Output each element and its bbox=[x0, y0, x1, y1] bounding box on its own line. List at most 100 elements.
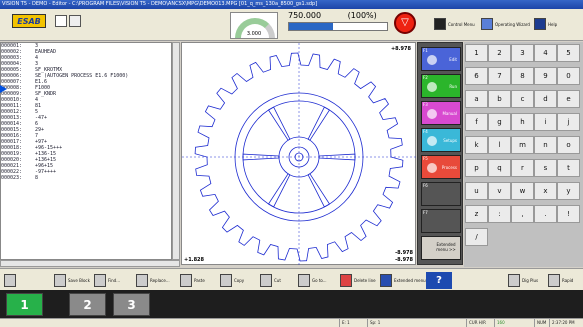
dig-plus-button[interactable]: Dig Plus bbox=[508, 272, 538, 289]
mode-icon bbox=[427, 109, 437, 119]
key-p[interactable]: p bbox=[465, 159, 488, 177]
key-j[interactable]: j bbox=[557, 113, 580, 131]
status-e: E: 1 bbox=[339, 319, 367, 327]
key-i[interactable]: i bbox=[534, 113, 557, 131]
help-bottom-button[interactable]: ? bbox=[426, 272, 452, 289]
key-o[interactable]: o bbox=[557, 136, 580, 154]
emergency-stop-button[interactable]: ▽ bbox=[394, 12, 416, 34]
key-/[interactable]: / bbox=[465, 228, 488, 246]
bottom-toolbar: Save Block Find... Replace... Paste Copy… bbox=[0, 268, 583, 290]
key-m[interactable]: m bbox=[511, 136, 534, 154]
copy-button[interactable]: Copy bbox=[220, 272, 244, 289]
key-v[interactable]: v bbox=[488, 182, 511, 200]
mode-button-3[interactable]: F3 Manual bbox=[421, 101, 461, 125]
mode-label: Setups bbox=[443, 138, 457, 143]
key-7[interactable]: 7 bbox=[488, 67, 511, 85]
status-level: 160 bbox=[494, 319, 534, 327]
mode-button-1[interactable]: F1 Edit bbox=[421, 47, 461, 71]
key-w[interactable]: w bbox=[511, 182, 534, 200]
code-editor[interactable]: 000001: 3 000002: EAUHEAD 000003: 4 000004: 3 00… bbox=[0, 42, 172, 260]
tab-3[interactable]: 3 bbox=[113, 293, 150, 316]
code-line[interactable]: 000023: 8 bbox=[1, 175, 171, 181]
key-5[interactable]: 5 bbox=[557, 44, 580, 62]
key-f[interactable]: f bbox=[465, 113, 488, 131]
key-3[interactable]: 3 bbox=[511, 44, 534, 62]
cut-label: Cut bbox=[274, 278, 281, 283]
key-.[interactable]: . bbox=[534, 205, 557, 223]
horizontal-scrollbar[interactable] bbox=[0, 260, 180, 267]
control-menu-button[interactable]: Control Menu bbox=[434, 11, 475, 37]
open-file-icon[interactable] bbox=[55, 15, 67, 27]
gear-window bbox=[242, 106, 291, 161]
key-h[interactable]: h bbox=[511, 113, 534, 131]
replace-icon bbox=[136, 274, 148, 287]
rapid-label: Rapid bbox=[562, 278, 574, 283]
key-1[interactable]: 1 bbox=[465, 44, 488, 62]
key-q[interactable]: q bbox=[488, 159, 511, 177]
progress-bar bbox=[288, 22, 388, 31]
line-text: -97++++ bbox=[35, 169, 57, 175]
key-x[interactable]: x bbox=[534, 182, 557, 200]
key-r[interactable]: r bbox=[511, 159, 534, 177]
cut-button[interactable]: Cut bbox=[260, 272, 281, 289]
key-g[interactable]: g bbox=[488, 113, 511, 131]
mode-button-4[interactable]: F4 Setups bbox=[421, 128, 461, 152]
tab-2[interactable]: 2 bbox=[69, 293, 106, 316]
mode-button-2[interactable]: F2 Run bbox=[421, 74, 461, 98]
save-file-icon[interactable] bbox=[69, 15, 81, 27]
vertical-scrollbar[interactable] bbox=[172, 42, 180, 260]
help-button[interactable]: Help bbox=[534, 11, 557, 37]
key-d[interactable]: d bbox=[534, 90, 557, 108]
tab-1[interactable]: 1 bbox=[6, 293, 43, 316]
status-num: NUM bbox=[534, 319, 549, 327]
key-:[interactable]: : bbox=[488, 205, 511, 223]
status-sp: Sp: 1 bbox=[367, 319, 447, 327]
new-button[interactable] bbox=[4, 272, 16, 289]
mode-label: Run bbox=[449, 84, 457, 89]
mode-button-7[interactable]: F7 bbox=[421, 209, 461, 233]
plot-label-bottom-right-2: -8.978 bbox=[395, 257, 413, 263]
key-![interactable]: ! bbox=[557, 205, 580, 223]
mode-button-6[interactable]: F6 bbox=[421, 182, 461, 206]
plot-label-top-right: +8.978 bbox=[390, 46, 411, 52]
key-6[interactable]: 6 bbox=[465, 67, 488, 85]
key-b[interactable]: b bbox=[488, 90, 511, 108]
save-block-button[interactable]: Save Block bbox=[54, 272, 90, 289]
mode-icon bbox=[427, 163, 437, 173]
key-n[interactable]: n bbox=[534, 136, 557, 154]
key-y[interactable]: y bbox=[557, 182, 580, 200]
key-t[interactable]: t bbox=[557, 159, 580, 177]
paste-button[interactable]: Paste bbox=[180, 272, 205, 289]
line-text: SE (AUTOGEN PROCESS E1.6 F1000) bbox=[35, 73, 129, 79]
key-a[interactable]: a bbox=[465, 90, 488, 108]
key-k[interactable]: k bbox=[465, 136, 488, 154]
key-s[interactable]: s bbox=[534, 159, 557, 177]
mode-button-5[interactable]: F5 Process bbox=[421, 155, 461, 179]
key-4[interactable]: 4 bbox=[534, 44, 557, 62]
part-preview: +8.978 +1.828 -8.978 -8.978 bbox=[181, 42, 417, 266]
esab-logo: ESAB bbox=[12, 14, 46, 28]
status-bar: E: 1 Sp: 1 CUR H/R 160 NUM 2:37:20 PM bbox=[0, 318, 583, 327]
key-9[interactable]: 9 bbox=[534, 67, 557, 85]
delete-line-button[interactable]: Delete line bbox=[340, 272, 376, 289]
key-,[interactable]: , bbox=[511, 205, 534, 223]
replace-button[interactable]: Replace... bbox=[136, 272, 170, 289]
key-u[interactable]: u bbox=[465, 182, 488, 200]
rapid-button[interactable]: Rapid bbox=[548, 272, 573, 289]
key-c[interactable]: c bbox=[511, 90, 534, 108]
goto-button[interactable]: Go to... bbox=[298, 272, 327, 289]
speed-percent: (100%) bbox=[347, 11, 377, 20]
find-button[interactable]: Find... bbox=[94, 272, 120, 289]
operating-wizard-button[interactable]: Operating Wizard bbox=[481, 11, 530, 37]
key-e[interactable]: e bbox=[557, 90, 580, 108]
key-8[interactable]: 8 bbox=[511, 67, 534, 85]
mode-button-8[interactable]: Extended menu >> bbox=[421, 236, 461, 260]
key-l[interactable]: l bbox=[488, 136, 511, 154]
key-z[interactable]: z bbox=[465, 205, 488, 223]
help-bottom-label: ? bbox=[436, 275, 442, 286]
paste-label: Paste bbox=[194, 278, 205, 283]
page-tabs: 1 2 3 bbox=[0, 290, 583, 318]
function-key-label: F6 bbox=[423, 183, 428, 188]
key-2[interactable]: 2 bbox=[488, 44, 511, 62]
key-0[interactable]: 0 bbox=[557, 67, 580, 85]
